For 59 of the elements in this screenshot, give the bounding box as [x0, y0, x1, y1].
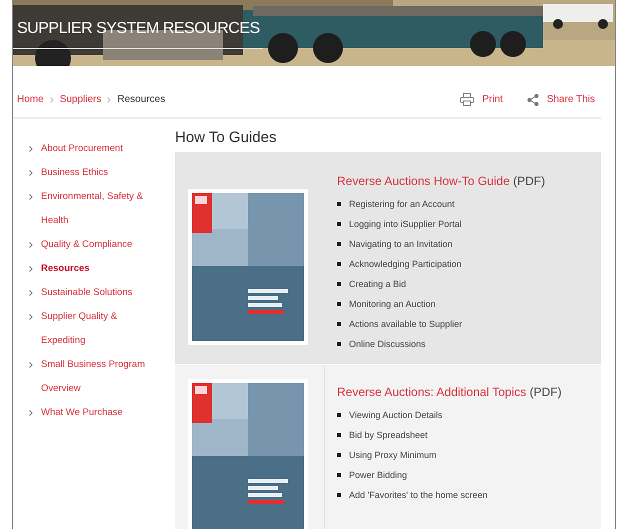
page-heading: How To Guides [175, 129, 278, 147]
print-icon[interactable] [460, 93, 474, 106]
chevron-icon [29, 290, 33, 296]
bullet-icon [337, 302, 341, 306]
chevron-icon [29, 362, 33, 368]
topic-text: Power Bidding [349, 469, 408, 482]
topic-text: Logging into iSupplier Portal [349, 218, 462, 231]
topic-text: Actions available to Supplier [349, 318, 462, 331]
sidebar-link[interactable]: Resources [41, 257, 90, 281]
bullet-icon [337, 493, 341, 497]
bullet-icon [337, 242, 341, 246]
bullet-icon [337, 322, 341, 326]
bullet-icon [337, 262, 341, 266]
topic-text: Registering for an Account [349, 198, 455, 211]
bullet-icon [337, 282, 341, 286]
breadcrumb-link[interactable]: Home [17, 92, 44, 107]
share-link[interactable]: Share This [546, 92, 595, 107]
sidebar-link[interactable]: Business Ethics [41, 161, 108, 185]
file-format-label: (PDF) [530, 385, 562, 399]
sidebar-link[interactable]: Small Business Program Overview [41, 353, 161, 401]
chevron-icon [29, 410, 33, 416]
file-format-label: (PDF) [513, 174, 546, 188]
sidebar-link[interactable]: About Procurement [41, 137, 123, 161]
sidebar-link[interactable]: Quality & Compliance [41, 233, 132, 257]
topic-text: Acknowledging Participation [349, 258, 462, 271]
sidebar-link[interactable]: What We Purchase [41, 401, 123, 425]
chevron-icon [29, 146, 33, 152]
topic-text: Navigating to an Invitation [349, 238, 453, 251]
bullet-icon [337, 453, 341, 457]
breadcrumb-link[interactable]: Suppliers [60, 92, 102, 107]
topic-text: Using Proxy Minimum [349, 449, 437, 462]
chevron-icon [29, 266, 33, 272]
bullet-icon [337, 473, 341, 477]
bullet-icon [337, 413, 341, 417]
share-icon[interactable] [526, 94, 539, 106]
sidebar-link[interactable]: Sustainable Solutions [41, 281, 132, 305]
chevron-icon [50, 96, 54, 102]
topic-text: Bid by Spreadsheet [349, 429, 428, 442]
chevron-icon [29, 242, 33, 248]
chevron-icon [29, 314, 33, 320]
topic-text: Creating a Bid [349, 278, 406, 291]
breadcrumb-current: Resources [117, 93, 166, 107]
sidebar-link[interactable]: Environmental, Safety & Health [41, 185, 161, 233]
bullet-icon [337, 222, 341, 226]
topic-text: Add 'Favorites' to the home screen [349, 489, 488, 502]
guide-link[interactable]: Reverse Auctions How-To Guide [337, 174, 510, 188]
bullet-icon [337, 342, 341, 346]
topic-text: Viewing Auction Details [349, 409, 442, 422]
sidebar-link[interactable]: Supplier Quality & Expediting [41, 305, 161, 353]
topic-text: Monitoring an Auction [349, 298, 436, 311]
bullet-icon [337, 202, 341, 206]
banner-title: SUPPLIER SYSTEM RESOURCES [17, 19, 260, 39]
chevron-icon [29, 170, 33, 176]
bullet-icon [337, 433, 341, 437]
topic-text: Online Discussions [349, 338, 426, 351]
chevron-icon [29, 194, 33, 200]
print-link[interactable]: Print [482, 92, 503, 107]
chevron-icon [107, 96, 112, 102]
guide-link[interactable]: Reverse Auctions: Additional Topics [337, 385, 526, 399]
